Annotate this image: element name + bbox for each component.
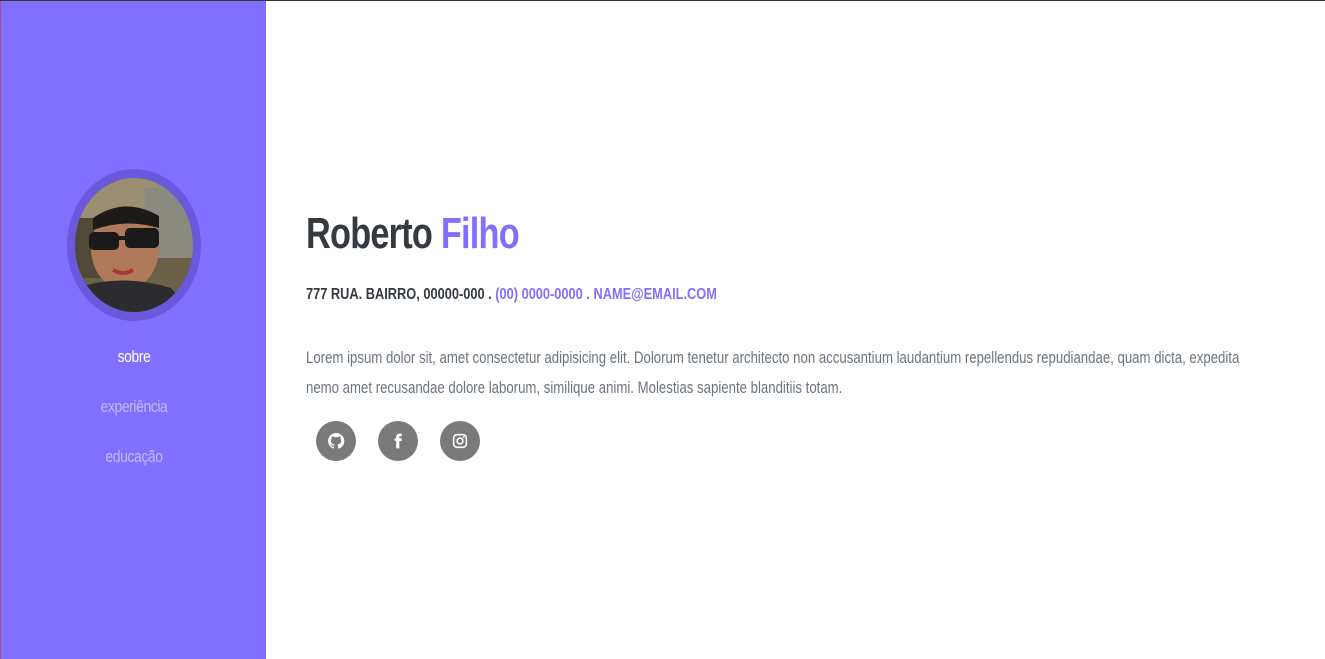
- address: 777 RUA. BAIRRO, 00000-000 .: [306, 286, 492, 303]
- avatar-photo: [75, 178, 193, 312]
- phone-email-link[interactable]: (00) 0000-0000 . NAME@EMAIL.COM: [495, 286, 717, 303]
- main-content: Roberto Filho 777 RUA. BAIRRO, 00000-000…: [306, 1, 1286, 659]
- social-links: [316, 421, 480, 461]
- instagram-icon: [452, 433, 468, 449]
- nav-item-sobre[interactable]: sobre: [25, 341, 243, 391]
- first-name: Roberto: [306, 209, 433, 258]
- contact-line: 777 RUA. BAIRRO, 00000-000 . (00) 0000-0…: [306, 286, 717, 304]
- avatar: [75, 178, 193, 312]
- instagram-button[interactable]: [440, 421, 480, 461]
- last-name: Filho: [440, 209, 520, 258]
- github-button[interactable]: [316, 421, 356, 461]
- facebook-icon: [394, 433, 402, 449]
- avatar-ring: [67, 169, 201, 321]
- github-icon: [328, 433, 345, 449]
- facebook-button[interactable]: [378, 421, 418, 461]
- page: sobre experiência educação Roberto Filho…: [0, 0, 1325, 659]
- bio-text: Lorem ipsum dolor sit, amet consectetur …: [306, 349, 1240, 397]
- nav-item-educacao[interactable]: educação: [25, 441, 243, 491]
- nav-item-experiencia[interactable]: experiência: [25, 391, 243, 441]
- profile-name: Roberto Filho: [306, 209, 520, 259]
- sidebar: sobre experiência educação: [0, 1, 266, 659]
- sidebar-nav: sobre experiência educação: [1, 341, 267, 491]
